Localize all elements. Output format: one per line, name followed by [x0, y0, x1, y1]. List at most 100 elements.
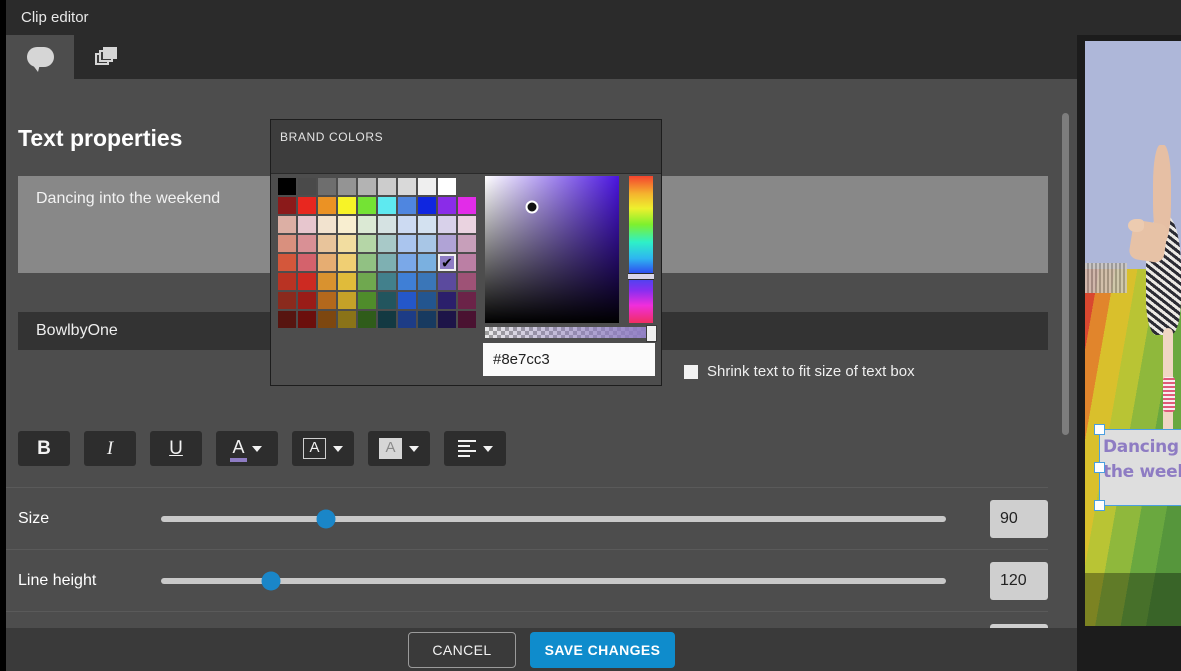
color-swatch[interactable]	[338, 254, 356, 271]
color-swatch[interactable]	[398, 292, 416, 309]
color-swatch[interactable]	[418, 292, 436, 309]
color-swatch[interactable]	[418, 197, 436, 214]
color-swatch[interactable]	[438, 311, 456, 328]
color-swatch[interactable]	[398, 273, 416, 290]
color-swatch[interactable]	[298, 216, 316, 233]
underline-button[interactable]: U	[150, 431, 202, 466]
hex-color-input[interactable]	[483, 343, 655, 376]
color-swatch[interactable]	[298, 197, 316, 214]
color-swatch[interactable]	[458, 273, 476, 290]
color-swatch[interactable]	[318, 311, 336, 328]
panel-scrollbar-thumb[interactable]	[1062, 113, 1069, 435]
cancel-button[interactable]: CANCEL	[408, 632, 516, 668]
hue-slider-handle[interactable]	[628, 273, 654, 280]
color-swatch[interactable]	[398, 254, 416, 271]
color-swatch[interactable]	[278, 235, 296, 252]
color-swatch[interactable]	[378, 292, 396, 309]
color-swatch[interactable]	[458, 197, 476, 214]
color-swatch[interactable]	[338, 235, 356, 252]
alpha-slider-handle[interactable]	[646, 325, 657, 342]
color-swatch[interactable]	[298, 178, 316, 195]
color-swatch[interactable]	[338, 178, 356, 195]
color-swatch[interactable]	[338, 273, 356, 290]
color-swatch[interactable]	[438, 216, 456, 233]
color-swatch[interactable]	[398, 197, 416, 214]
color-swatch[interactable]	[358, 311, 376, 328]
color-swatch[interactable]	[338, 197, 356, 214]
color-swatch[interactable]	[278, 311, 296, 328]
color-swatch[interactable]	[318, 178, 336, 195]
color-swatch[interactable]	[358, 292, 376, 309]
alpha-slider[interactable]	[485, 327, 653, 338]
color-swatch[interactable]	[338, 311, 356, 328]
color-swatch[interactable]	[458, 311, 476, 328]
saturation-value-area[interactable]	[485, 176, 619, 323]
color-swatch[interactable]	[358, 273, 376, 290]
color-swatch[interactable]	[398, 311, 416, 328]
saturation-value-handle[interactable]	[525, 200, 538, 213]
color-swatch[interactable]	[378, 235, 396, 252]
color-swatch[interactable]	[418, 178, 436, 195]
panel-scrollbar[interactable]	[1059, 79, 1071, 628]
color-swatch[interactable]	[318, 216, 336, 233]
slider-value-input[interactable]	[990, 562, 1048, 600]
hue-slider[interactable]	[629, 176, 653, 323]
slider-thumb[interactable]	[261, 572, 280, 591]
color-swatch[interactable]	[318, 292, 336, 309]
color-swatch[interactable]	[438, 292, 456, 309]
color-swatch[interactable]	[418, 254, 436, 271]
video-preview-frame[interactable]	[1085, 41, 1181, 626]
color-swatch[interactable]	[438, 273, 456, 290]
color-swatch[interactable]	[278, 254, 296, 271]
slider-value-input[interactable]	[990, 500, 1048, 538]
color-swatch[interactable]	[398, 235, 416, 252]
tab-text-properties[interactable]	[6, 35, 74, 79]
color-swatch[interactable]	[458, 235, 476, 252]
color-swatch[interactable]	[358, 197, 376, 214]
color-swatch[interactable]	[358, 178, 376, 195]
text-align-button[interactable]	[444, 431, 506, 466]
color-swatch[interactable]	[378, 197, 396, 214]
italic-button[interactable]: I	[84, 431, 136, 466]
color-swatch[interactable]	[358, 235, 376, 252]
slider-thumb[interactable]	[316, 510, 335, 529]
text-outline-color-button[interactable]: A	[292, 431, 354, 466]
color-swatch[interactable]	[318, 254, 336, 271]
resize-handle-top-left[interactable]	[1094, 424, 1105, 435]
resize-handle-middle-left[interactable]	[1094, 462, 1105, 473]
color-swatch[interactable]	[298, 273, 316, 290]
color-swatch[interactable]	[378, 178, 396, 195]
bold-button[interactable]: B	[18, 431, 70, 466]
color-swatch[interactable]	[438, 197, 456, 214]
color-swatch[interactable]	[278, 197, 296, 214]
color-swatch[interactable]	[318, 273, 336, 290]
color-swatch[interactable]	[378, 273, 396, 290]
color-swatch[interactable]	[378, 254, 396, 271]
color-swatch[interactable]	[398, 178, 416, 195]
color-swatch[interactable]	[438, 254, 456, 271]
tab-layers[interactable]	[74, 35, 142, 79]
color-swatch[interactable]	[338, 216, 356, 233]
color-swatch[interactable]	[418, 216, 436, 233]
color-swatch[interactable]	[378, 216, 396, 233]
color-swatch[interactable]	[438, 235, 456, 252]
color-swatch[interactable]	[418, 273, 436, 290]
color-swatch[interactable]	[378, 311, 396, 328]
color-swatch[interactable]	[398, 216, 416, 233]
color-swatch[interactable]	[278, 292, 296, 309]
color-swatch[interactable]	[438, 178, 456, 195]
resize-handle-bottom-left[interactable]	[1094, 500, 1105, 511]
color-swatch[interactable]	[458, 216, 476, 233]
color-swatch[interactable]	[338, 292, 356, 309]
color-swatch[interactable]	[278, 216, 296, 233]
slider-track[interactable]	[161, 578, 946, 584]
save-changes-button[interactable]: SAVE CHANGES	[530, 632, 675, 668]
color-swatch[interactable]	[298, 292, 316, 309]
text-highlight-color-button[interactable]: A	[368, 431, 430, 466]
color-swatch[interactable]	[358, 254, 376, 271]
color-swatch[interactable]	[358, 216, 376, 233]
color-swatch[interactable]	[318, 235, 336, 252]
color-swatch[interactable]	[458, 292, 476, 309]
color-swatch[interactable]	[298, 254, 316, 271]
color-swatch[interactable]	[278, 178, 296, 195]
